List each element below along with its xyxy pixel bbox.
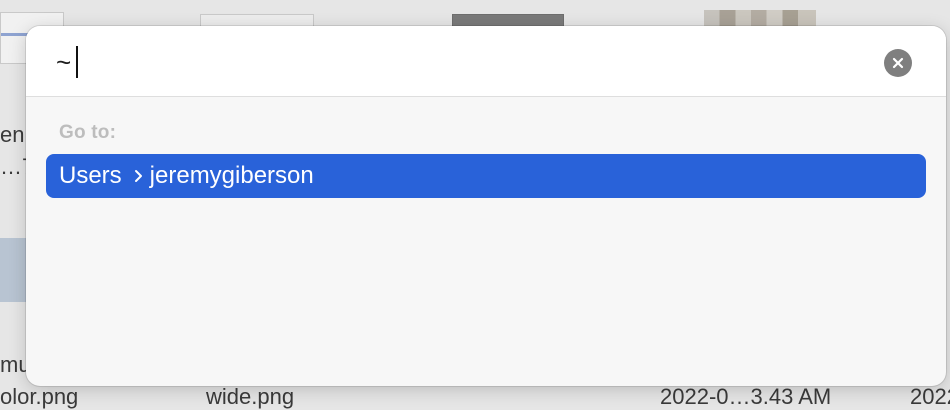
- path-segment-users: Users: [59, 162, 122, 189]
- clear-icon: [892, 57, 904, 69]
- file-date-label: 2022: [910, 384, 950, 409]
- path-field-row: [26, 26, 946, 97]
- file-date-label: 2022-0…3.43 AM: [660, 384, 832, 409]
- chevron-right-icon: [134, 169, 143, 183]
- file-name-label: wide.png: [206, 384, 295, 409]
- clear-button[interactable]: [884, 49, 912, 77]
- file-thumbnail[interactable]: [0, 238, 26, 302]
- path-suggestion-row[interactable]: Users jeremygiberson: [46, 154, 926, 198]
- go-to-section-label: Go to:: [59, 122, 117, 143]
- path-input[interactable]: [56, 44, 876, 80]
- text-caret: [76, 46, 78, 78]
- file-name-label: en: [0, 122, 25, 147]
- path-segment-username: jeremygiberson: [149, 162, 314, 189]
- go-to-folder-sheet: Go to: Users jeremygiberson: [26, 26, 946, 386]
- file-name-label: olor.png: [0, 384, 79, 409]
